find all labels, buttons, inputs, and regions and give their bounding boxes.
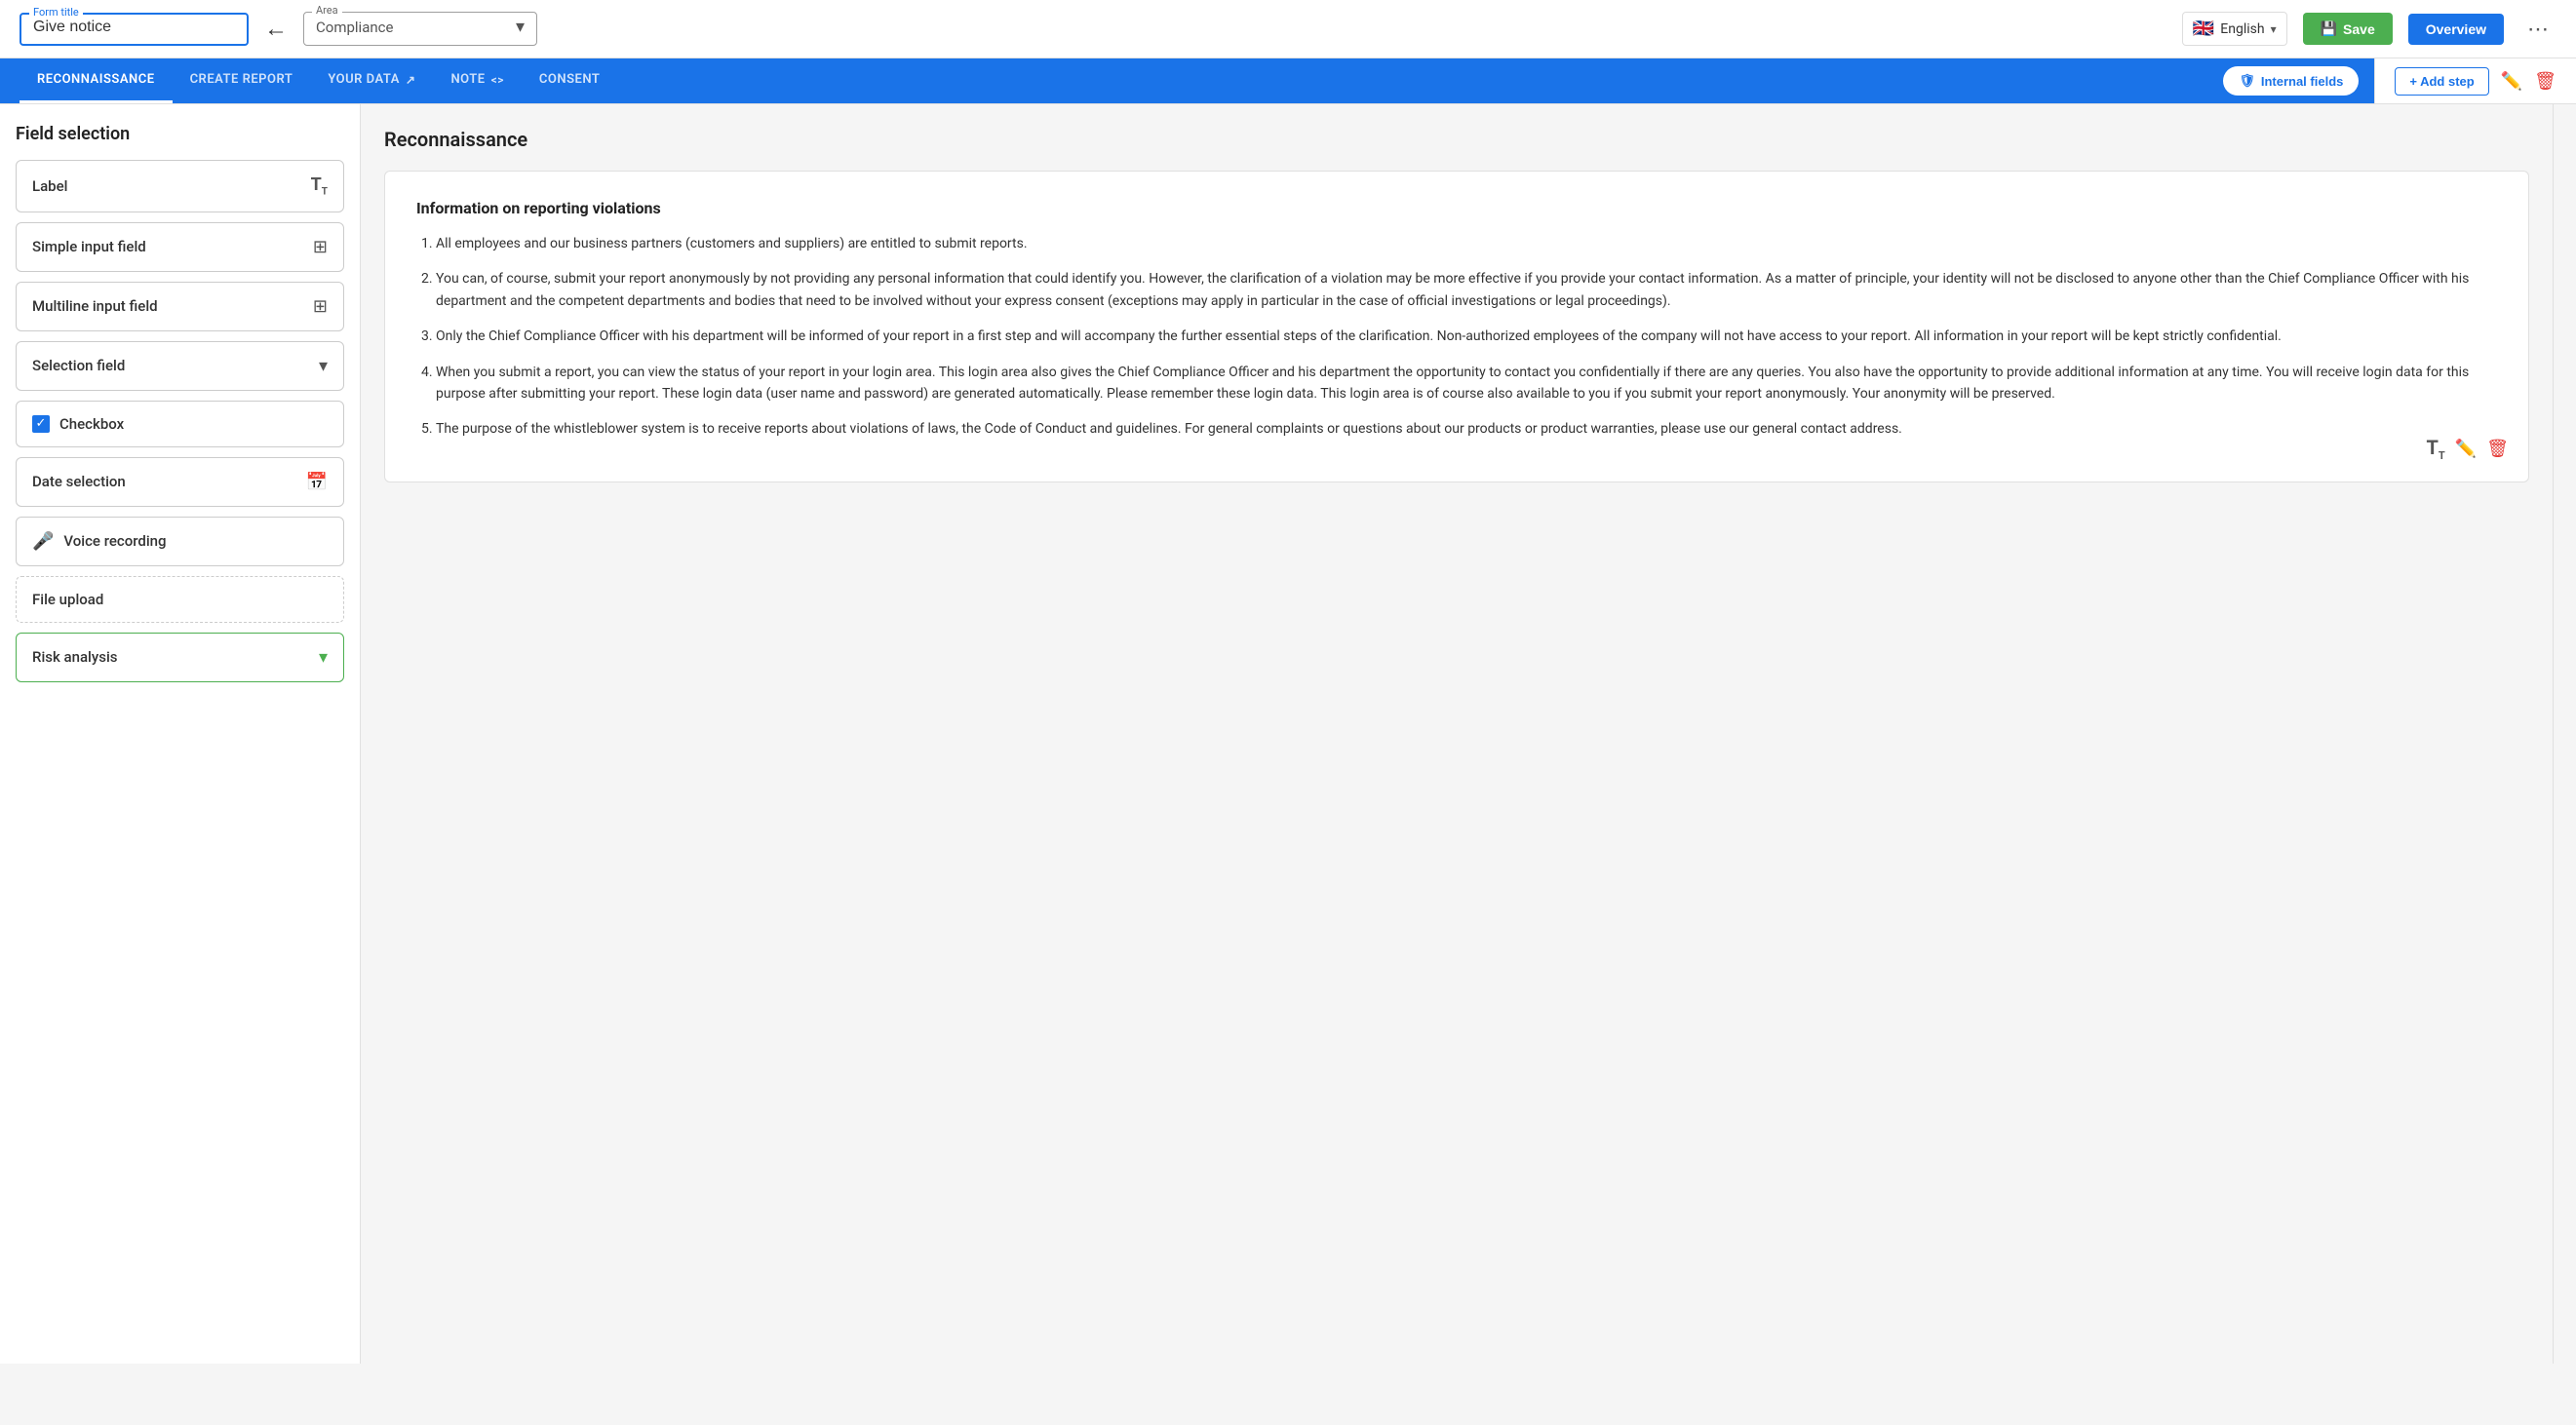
- overview-label: Overview: [2426, 21, 2486, 37]
- input-icon: ⊞: [313, 237, 328, 257]
- list-item: Only the Chief Compliance Officer with h…: [436, 326, 2497, 347]
- nav-edit-button[interactable]: ✏️: [2501, 71, 2522, 92]
- calendar-icon: 📅: [306, 472, 328, 492]
- tab-create-report[interactable]: CREATE REPORT: [173, 58, 311, 103]
- code-icon: <>: [491, 73, 504, 87]
- checkbox-text: Checkbox: [59, 415, 124, 433]
- internal-fields-label: Internal fields: [2261, 74, 2344, 89]
- risk-chevron-icon: ▾: [319, 647, 328, 668]
- tab-your-data-label: YOUR DATA: [328, 72, 400, 87]
- content-list: All employees and our business partners …: [416, 233, 2497, 441]
- field-item-file-upload[interactable]: File upload: [16, 576, 344, 623]
- checkbox-icon: ✓: [32, 415, 50, 433]
- right-scroll-panel: [2553, 104, 2576, 1364]
- content-area-title: Reconnaissance: [384, 128, 2529, 151]
- voice-recording-text: Voice recording: [63, 532, 166, 550]
- form-title-wrapper: Form title: [20, 13, 249, 46]
- nav-delete-button[interactable]: 🗑: [2534, 71, 2556, 92]
- field-selection-sidebar: Field selection Label TT Simple input fi…: [0, 104, 361, 1364]
- arrow-indicator: ←: [264, 15, 288, 43]
- nav-tabs: RECONNAISSANCE CREATE REPORT YOUR DATA ↗…: [0, 58, 2374, 103]
- tab-consent[interactable]: CONSENT: [522, 58, 617, 103]
- field-item-label[interactable]: Label TT: [16, 160, 344, 212]
- save-label: Save: [2343, 21, 2375, 37]
- more-options-button[interactable]: ⋯: [2519, 13, 2556, 46]
- date-selection-text: Date selection: [32, 473, 126, 490]
- list-item: All employees and our business partners …: [436, 233, 2497, 254]
- main-content: Field selection Label TT Simple input fi…: [0, 104, 2576, 1364]
- pencil-icon: ✏️: [2501, 71, 2522, 91]
- tab-create-report-label: CREATE REPORT: [190, 72, 293, 87]
- field-item-simple-input[interactable]: Simple input field ⊞: [16, 222, 344, 272]
- area-label: Area: [312, 4, 342, 17]
- field-item-checkbox[interactable]: ✓ Checkbox: [16, 401, 344, 447]
- add-step-label: + Add step: [2409, 74, 2474, 89]
- language-selector[interactable]: 🇬🇧 English ▾: [2182, 12, 2287, 46]
- nav-right-actions: + Add step ✏️ 🗑: [2374, 58, 2576, 103]
- save-disk-icon: 💾: [2321, 20, 2337, 37]
- field-item-risk-analysis[interactable]: Risk analysis ▾: [16, 633, 344, 682]
- list-item: You can, of course, submit your report a…: [436, 268, 2497, 312]
- simple-input-text: Simple input field: [32, 238, 146, 255]
- internal-fields-button[interactable]: 🛡 Internal fields: [2223, 66, 2359, 96]
- field-item-date[interactable]: Date selection 📅: [16, 457, 344, 507]
- area-wrapper[interactable]: Area Compliance ▾: [303, 12, 537, 46]
- risk-analysis-text: Risk analysis: [32, 648, 118, 666]
- text-format-icon: TT: [311, 174, 328, 198]
- tab-reconnaissance[interactable]: RECONNAISSANCE: [20, 58, 173, 103]
- card-delete-button[interactable]: 🗑: [2486, 439, 2509, 459]
- ellipsis-icon: ⋯: [2527, 17, 2549, 41]
- form-title-input[interactable]: [33, 19, 235, 36]
- save-button[interactable]: 💾 Save: [2303, 13, 2393, 45]
- language-text: English: [2220, 21, 2264, 37]
- area-chevron-icon: ▾: [516, 17, 525, 37]
- tab-note[interactable]: NOTE <>: [433, 58, 521, 103]
- field-item-selection[interactable]: Selection field ▾: [16, 341, 344, 391]
- nav-row: RECONNAISSANCE CREATE REPORT YOUR DATA ↗…: [0, 58, 2576, 104]
- lang-chevron-icon: ▾: [2271, 22, 2277, 36]
- card-text-format-icon[interactable]: TT: [2426, 436, 2444, 462]
- label-field-text: Label: [32, 177, 67, 195]
- multiline-icon: ⊞: [313, 296, 328, 317]
- content-card: Information on reporting violations All …: [384, 171, 2529, 482]
- flag-icon: 🇬🇧: [2193, 19, 2214, 39]
- card-trash-icon: 🗑: [2486, 439, 2509, 458]
- form-title-label: Form title: [29, 6, 83, 19]
- card-actions: TT ✏️ 🗑: [2426, 436, 2509, 462]
- chevron-down-icon: ▾: [319, 356, 328, 376]
- external-link-icon: ↗: [406, 73, 416, 87]
- card-edit-button[interactable]: ✏️: [2455, 439, 2477, 459]
- header: Form title ← Area Compliance ▾ 🇬🇧 Englis…: [0, 0, 2576, 58]
- list-item: The purpose of the whistleblower system …: [436, 418, 2497, 440]
- content-heading: Information on reporting violations: [416, 199, 2497, 217]
- add-step-button[interactable]: + Add step: [2395, 67, 2488, 96]
- tab-note-label: NOTE: [450, 72, 485, 87]
- trash-icon: 🗑: [2534, 71, 2556, 91]
- multiline-input-text: Multiline input field: [32, 297, 158, 315]
- content-area: Reconnaissance Information on reporting …: [361, 104, 2553, 1364]
- shield-icon: 🛡: [2239, 73, 2255, 89]
- tab-consent-label: CONSENT: [539, 72, 600, 87]
- area-select-value: Compliance: [316, 19, 393, 36]
- sidebar-title: Field selection: [16, 124, 344, 144]
- list-item: When you submit a report, you can view t…: [436, 362, 2497, 405]
- microphone-icon: 🎤: [32, 531, 54, 552]
- field-item-multiline-input[interactable]: Multiline input field ⊞: [16, 282, 344, 331]
- tab-your-data[interactable]: YOUR DATA ↗: [310, 58, 433, 103]
- file-upload-text: File upload: [32, 591, 103, 608]
- selection-field-text: Selection field: [32, 357, 125, 374]
- field-item-voice[interactable]: 🎤 Voice recording: [16, 517, 344, 566]
- tab-reconnaissance-label: RECONNAISSANCE: [37, 72, 155, 87]
- card-pencil-icon: ✏️: [2455, 439, 2477, 458]
- overview-button[interactable]: Overview: [2408, 14, 2504, 45]
